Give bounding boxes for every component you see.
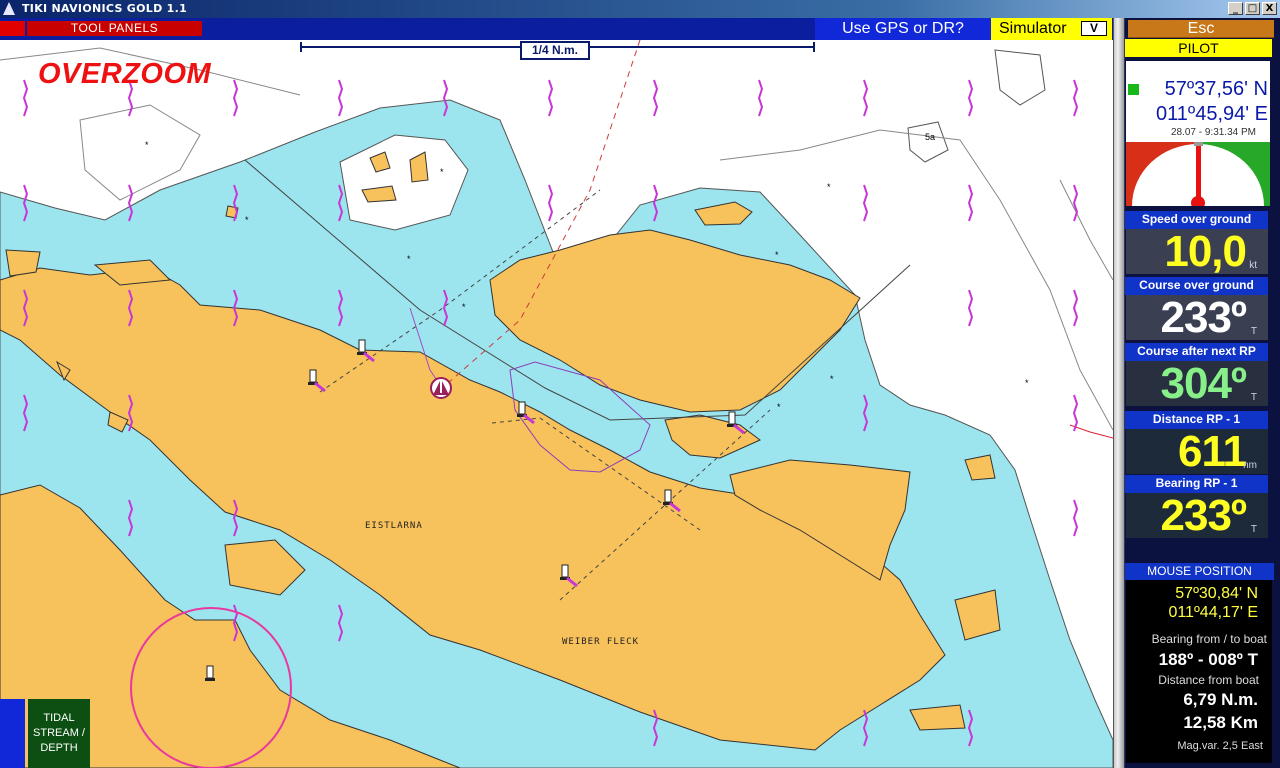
svg-text:*: * (407, 254, 411, 264)
boat-latitude: 57º37,56' N (1164, 78, 1268, 100)
svg-text:*: * (827, 182, 831, 192)
bearing-from-boat-value: 188º - 008º T (1158, 650, 1258, 669)
svg-text:5a: 5a (925, 132, 935, 142)
cog-value: 233º (1160, 293, 1247, 342)
svg-text:*: * (775, 250, 779, 260)
tidal-stream-depth-button[interactable]: TIDAL STREAM / DEPTH (28, 699, 90, 768)
distance-from-boat-km: 12,58 Km (1183, 713, 1258, 732)
app-sail-icon (3, 2, 15, 15)
position-datetime: 28.07 - 9:31.34 PM (1170, 127, 1256, 138)
next-rp-course-value: 304º (1160, 359, 1247, 408)
bearing-rp-unit: T (1250, 524, 1257, 535)
svg-text:*: * (440, 167, 444, 177)
magnetic-variation: Mag.var. 2,5 East (1177, 740, 1263, 752)
mode-select[interactable]: Simulator V (991, 18, 1112, 40)
app-window: TIKI NAVIONICS GOLD 1.1 _ □ X TOOL PANEL… (0, 0, 1280, 768)
mouse-longitude: 011º44,17' E (1168, 604, 1258, 621)
svg-text:*: * (1025, 378, 1029, 388)
title-bar: TIKI NAVIONICS GOLD 1.1 _ □ X (0, 0, 1280, 18)
place-name: EISTLARNA (365, 521, 423, 531)
mouse-latitude: 57º30,84' N (1175, 585, 1258, 602)
chart-drawing[interactable]: * * * * * * * * * * 5a (0, 40, 1113, 768)
distance-from-boat-nm: 6,79 N.m. (1183, 690, 1258, 709)
left-bottom-button[interactable] (0, 699, 25, 768)
distance-rp-display: 611 nm (1126, 427, 1268, 476)
svg-text:*: * (830, 374, 834, 384)
pilot-panel: Esc PILOT 57º37,56' N 011º45,94' E 28.07… (1124, 18, 1280, 768)
chart-map[interactable]: * * * * * * * * * * 5a OVERZOOM 1/4 N.m. EISTLA… (0, 40, 1113, 768)
sog-unit: kt (1249, 260, 1257, 271)
menu-button[interactable] (0, 21, 25, 36)
sog-display: 10,0 kt (1126, 227, 1268, 276)
overzoom-label: OVERZOOM (38, 58, 212, 90)
sog-value: 10,0 (1164, 227, 1247, 276)
rudder-gauge-icon (1126, 142, 1270, 206)
panel-separator[interactable] (1113, 18, 1124, 768)
next-rp-course-display: 304º T (1126, 359, 1268, 408)
mode-dropdown-button[interactable]: V (1081, 21, 1107, 36)
top-toolbar: TOOL PANELS Use GPS or DR? Simulator V (0, 18, 1117, 40)
boat-icon[interactable] (430, 377, 452, 399)
svg-text:*: * (462, 302, 466, 312)
bearing-rp-value: 233º (1160, 491, 1247, 540)
svg-text:*: * (145, 140, 149, 150)
close-button[interactable]: X (1262, 2, 1277, 15)
boat-longitude: 011º45,94' E (1156, 103, 1268, 125)
next-rp-course-unit: T (1250, 392, 1257, 403)
bearing-rp-display: 233º T (1126, 491, 1268, 540)
scale-label: 1/4 N.m. (520, 41, 590, 60)
esc-button[interactable]: Esc (1128, 20, 1274, 38)
window-title: TIKI NAVIONICS GOLD 1.1 (22, 2, 188, 15)
svg-text:*: * (245, 215, 249, 225)
minimize-button[interactable]: _ (1228, 2, 1243, 15)
maximize-button[interactable]: □ (1245, 2, 1260, 15)
mouse-position-header: MOUSE POSITION (1125, 563, 1274, 580)
gps-status-icon (1128, 84, 1139, 95)
distance-rp-unit: nm (1243, 460, 1257, 471)
boat-position-box: 57º37,56' N 011º45,94' E 28.07 - 9:31.34… (1126, 61, 1270, 142)
svg-text:*: * (777, 402, 781, 412)
distance-from-boat-label: Distance from boat (1158, 673, 1259, 687)
cog-unit: T (1250, 326, 1257, 337)
gps-or-dr-button[interactable]: Use GPS or DR? (815, 18, 991, 40)
mouse-position-box: 57º30,84' N 011º44,17' E Bearing from / … (1126, 580, 1272, 763)
cog-display: 233º T (1126, 293, 1268, 342)
pilot-header: PILOT (1125, 39, 1272, 57)
distance-rp-value: 611 (1178, 427, 1247, 476)
tool-panels-button[interactable]: TOOL PANELS (27, 21, 202, 36)
mode-selected-value: Simulator (999, 20, 1067, 37)
place-name: WEIBER FLECK (562, 637, 640, 647)
bearing-from-boat-label: Bearing from / to boat (1151, 632, 1267, 646)
